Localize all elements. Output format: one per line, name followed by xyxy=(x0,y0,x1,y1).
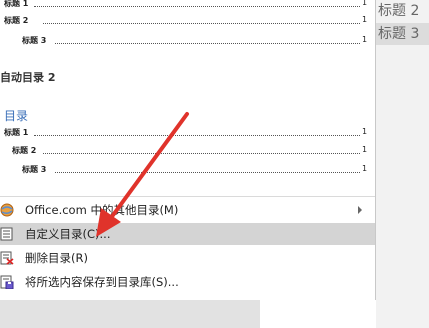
style-heading3[interactable]: 标题 3 xyxy=(376,23,429,45)
custom-toc-icon xyxy=(0,227,13,241)
menu-item-label: Office.com 中的其他目录(M) xyxy=(25,203,179,217)
toc-entry-label: 标题 2 xyxy=(12,146,37,155)
toc-leader-dots xyxy=(43,153,360,154)
toc-entry-label: 标题 1 xyxy=(4,0,29,8)
menu-item-label: 删除目录(R) xyxy=(25,251,88,265)
toc-page-number: 1 xyxy=(362,35,368,44)
menu-item-label: 将所选内容保存到目录库(S)... xyxy=(25,275,179,289)
toc-leader-dots xyxy=(55,43,360,44)
toc-entry-label: 标题 3 xyxy=(22,165,47,174)
toc-leader-dots xyxy=(34,135,360,136)
toc-leader-dots xyxy=(55,172,360,173)
menu-item-custom-toc[interactable]: 自定义目录(C)... xyxy=(0,223,375,245)
menu-item-save-to-gallery[interactable]: 将所选内容保存到目录库(S)... xyxy=(0,271,375,293)
toc-dropdown-menu: 标题 1 1 标题 2 1 标题 3 1 自动目录 2 目录 标题 1 1 标题… xyxy=(0,0,376,300)
submenu-arrow-icon xyxy=(358,206,362,214)
menu-item-office-more-toc[interactable]: Office.com 中的其他目录(M) xyxy=(0,199,375,221)
toc-page-number: 1 xyxy=(362,15,368,24)
style-heading2[interactable]: 标题 2 xyxy=(376,0,429,22)
toc-preview-title: 目录 xyxy=(4,109,29,123)
toc-page-number: 1 xyxy=(362,145,368,154)
toc-page-number: 1 xyxy=(362,164,368,173)
toc-entry-label: 标题 3 xyxy=(22,36,47,45)
styles-panel-bg xyxy=(376,0,429,328)
delete-toc-icon xyxy=(0,251,14,265)
section-label-auto-toc2: 自动目录 2 xyxy=(0,71,56,84)
toc-entry-label: 标题 2 xyxy=(4,16,29,25)
toc-page-number: 1 xyxy=(362,0,368,7)
toc-leader-dots xyxy=(43,23,360,24)
menu-item-delete-toc[interactable]: 删除目录(R) xyxy=(0,247,375,269)
toc-page-number: 1 xyxy=(362,127,368,136)
toc-leader-dots xyxy=(34,6,360,7)
toc-entry-label: 标题 1 xyxy=(4,128,29,137)
document-page-edge xyxy=(260,300,376,328)
office-globe-icon xyxy=(0,203,14,217)
menu-divider xyxy=(0,196,375,197)
menu-item-label: 自定义目录(C)... xyxy=(25,227,111,241)
save-to-gallery-icon xyxy=(0,275,14,289)
document-bg xyxy=(0,300,260,328)
